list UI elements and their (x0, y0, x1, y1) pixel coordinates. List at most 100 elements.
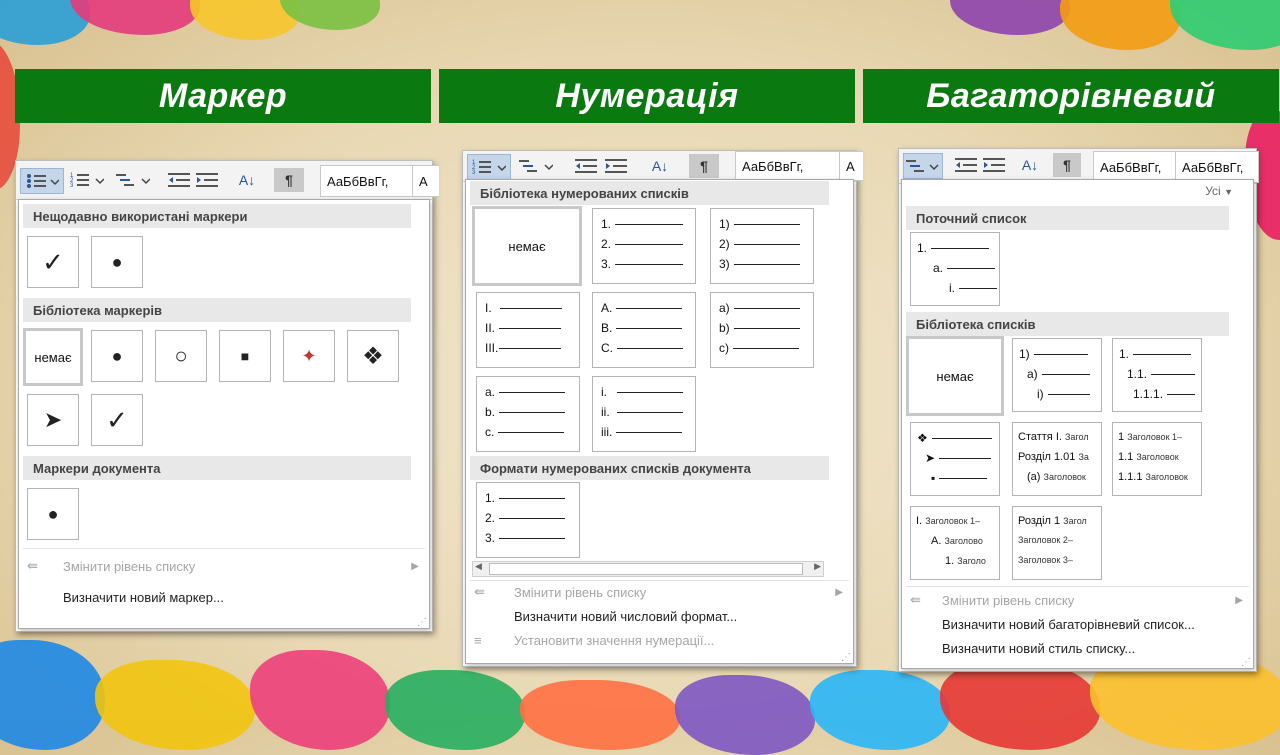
increase-indent-button[interactable] (194, 168, 220, 192)
multilevel-button-active[interactable] (903, 153, 943, 179)
horizontal-scrollbar[interactable]: ◀ ▶ (472, 561, 824, 577)
decrease-indent-button[interactable] (573, 154, 599, 178)
numbering-tile-arabic-dot[interactable]: 1. 2. 3. (592, 208, 696, 284)
decrease-indent-icon (955, 158, 977, 172)
sort-button[interactable]: A↓ (1017, 153, 1043, 177)
decrease-indent-icon (168, 173, 190, 187)
numbering-button-active[interactable]: 123 (467, 154, 511, 180)
pilcrow-icon: ¶ (1063, 157, 1071, 173)
ribbon-bar: 123 A↓ ¶ АаБбВвГг, А (16, 161, 439, 200)
multilevel-tile-heading-roman[interactable]: I. Заголовок 1– A. Заголово 1. Заголо (910, 506, 1000, 580)
bullets-button[interactable] (20, 168, 64, 194)
bullet-tile-arrow[interactable]: ➤ (27, 394, 79, 446)
decrease-indent-button[interactable] (953, 153, 979, 177)
define-new-bullet-item[interactable]: Визначити новий маркер... (63, 587, 224, 607)
bullet-tile-diamond[interactable]: ❖ (347, 330, 399, 382)
bullet-tile-none[interactable]: немає (23, 328, 83, 386)
submenu-arrow-icon[interactable]: ▶ (1235, 595, 1243, 606)
multilevel-tile-article[interactable]: Стаття I. Загол Розділ 1.01 За (a) Загол… (1012, 422, 1102, 496)
recent-bullets-header: Нещодавно використані маркери (23, 204, 411, 228)
numbering-library-header: Бібліотека нумерованих списків (470, 181, 829, 205)
resize-grip-icon[interactable]: ⋰ (417, 617, 427, 628)
scroll-right-icon[interactable]: ▶ (814, 561, 821, 572)
bullet-tile-check-library[interactable]: ✓ (91, 394, 143, 446)
change-level-icon: ⇚ (474, 584, 485, 599)
pilcrow-icon: ¶ (285, 172, 293, 188)
resize-grip-icon[interactable]: ⋰ (1241, 657, 1251, 668)
style-normal[interactable]: АаБбВвГг, (735, 151, 843, 181)
style-normal[interactable]: АаБбВвГг, (320, 165, 416, 197)
numbering-tile-roman-lower[interactable]: i. ii. iii. (592, 376, 696, 452)
bullet-tile-dot-library[interactable]: ● (91, 330, 143, 382)
sort-button[interactable]: A↓ (234, 168, 260, 192)
numbering-tile-alpha-upper[interactable]: A. B. C. (592, 292, 696, 368)
pilcrow-icon: ¶ (700, 158, 708, 174)
define-new-multilevel-item[interactable]: Визначити новий багаторівневий список... (942, 614, 1195, 634)
numbering-library-dropdown: Бібліотека нумерованих списків немає 1. … (465, 179, 854, 664)
header-bullets: Маркер (15, 69, 431, 123)
numbering-tile-alpha-lower[interactable]: a. b. c. (476, 376, 580, 452)
numbering-button[interactable]: 123 (66, 168, 108, 192)
current-list-header: Поточний список (906, 206, 1229, 230)
bullet-tile-star[interactable]: ✦ (283, 330, 335, 382)
svg-text:3: 3 (70, 183, 74, 189)
show-marks-button[interactable]: ¶ (1053, 153, 1081, 177)
multilevel-list-icon (116, 174, 150, 186)
style-next[interactable]: А (839, 151, 863, 181)
multilevel-tile-decimal[interactable]: 1. 1.1. 1.1.1. (1112, 338, 1202, 412)
multilevel-library-dropdown: Усі ▼ Поточний список 1. a. i. Бібліотек… (901, 179, 1254, 669)
multilevel-tile-heading-decimal[interactable]: 1 Заголовок 1– 1.1 Заголовок 1.1.1 Загол… (1112, 422, 1202, 496)
show-marks-button[interactable]: ¶ (274, 168, 304, 192)
increase-indent-icon (196, 173, 218, 187)
menu-separator (906, 586, 1249, 587)
current-list-tile[interactable]: 1. a. i. (910, 232, 1000, 306)
scroll-left-icon[interactable]: ◀ (475, 561, 482, 572)
change-level-icon: ⇚ (27, 558, 38, 573)
bullet-tile-circle[interactable]: ○ (155, 330, 207, 382)
multilevel-tile-symbols[interactable]: ❖ ➤ ▪ (910, 422, 1000, 496)
define-new-list-style-item[interactable]: Визначити новий стиль списку... (942, 638, 1135, 658)
numbering-tile-alpha-paren[interactable]: a) b) c) (710, 292, 814, 368)
submenu-arrow-icon[interactable]: ▶ (835, 587, 843, 598)
style-next[interactable]: А (412, 165, 439, 197)
bullet-tile-document-dot[interactable]: ● (27, 488, 79, 540)
set-numbering-value-item[interactable]: ≡ Установити значення нумерації... (474, 630, 714, 650)
submenu-arrow-icon: ▶ (411, 560, 419, 572)
increase-indent-icon (605, 159, 627, 173)
change-level-item[interactable]: ⇚ Змінити рівень списку ▶ (474, 582, 843, 602)
header-numbering: Нумерація (439, 69, 855, 123)
define-new-number-format-item[interactable]: Визначити новий числовий формат... (514, 606, 737, 626)
show-marks-button[interactable]: ¶ (689, 154, 719, 178)
numbering-tile-arabic-paren[interactable]: 1) 2) 3) (710, 208, 814, 284)
numbering-tile-none[interactable]: немає (472, 206, 582, 286)
multilevel-tile-heading-section[interactable]: Розділ 1 Загол Заголовок 2– Заголовок 3– (1012, 506, 1102, 580)
scroll-thumb[interactable] (489, 563, 803, 575)
multilevel-tile-paren[interactable]: 1) a) i) (1012, 338, 1102, 412)
increase-indent-button[interactable] (603, 154, 629, 178)
numbering-tile-roman-upper[interactable]: I. II. III. (476, 292, 580, 368)
change-level-item[interactable]: ⇚ Змінити рівень списку ▶ (910, 590, 1243, 610)
increase-indent-icon (983, 158, 1005, 172)
multilevel-tile-none[interactable]: немає (906, 336, 1004, 416)
decrease-indent-icon (575, 159, 597, 173)
sort-icon: A↓ (238, 172, 256, 188)
multilevel-button[interactable] (112, 168, 154, 192)
resize-grip-icon[interactable]: ⋰ (841, 652, 851, 663)
multilevel-button[interactable] (515, 154, 557, 178)
menu-separator (23, 548, 425, 549)
decrease-indent-button[interactable] (166, 168, 192, 192)
sort-button[interactable]: A↓ (647, 154, 673, 178)
filter-select[interactable]: Усі ▼ (1205, 184, 1233, 198)
change-level-item[interactable]: ⇚ Змінити рівень списку ▶ (27, 556, 419, 576)
bullet-tile-square[interactable]: ■ (219, 330, 271, 382)
bullet-tile-dot[interactable]: ● (91, 236, 143, 288)
numbering-tile-document[interactable]: 1. 2. 3. (476, 482, 580, 558)
document-bullets-header: Маркери документа (23, 456, 411, 480)
sort-icon: A↓ (651, 158, 669, 174)
bullets-panel: 123 A↓ ¶ АаБбВвГг, А Нещодавно використа… (15, 160, 439, 632)
change-level-icon: ⇚ (910, 592, 921, 607)
increase-indent-button[interactable] (981, 153, 1007, 177)
svg-text:3: 3 (472, 170, 476, 176)
bullet-tile-check[interactable]: ✓ (27, 236, 79, 288)
chevron-down-icon: ▼ (1224, 187, 1233, 197)
